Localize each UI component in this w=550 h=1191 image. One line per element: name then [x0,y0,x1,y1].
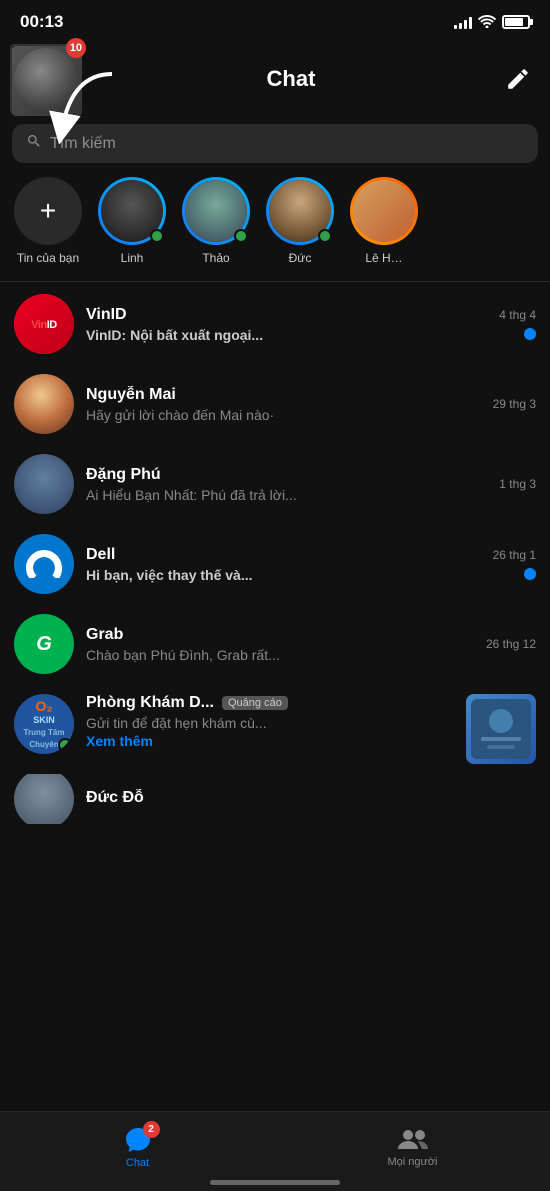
chat-item-phongkham[interactable]: O₂ SKIN Trung Tâm Chuyên Phòng Khám D...… [0,684,550,774]
profile-avatar[interactable]: 10 [10,44,80,114]
chat-name-mai: Nguyễn Mai [86,386,481,404]
unread-badge-vinid [524,328,536,340]
ad-preview: Gửi tin để đặt hẹn khám cù... [86,715,454,731]
ad-link[interactable]: Xem thêm [86,733,454,749]
chat-avatar-grab: G [14,614,74,674]
chat-avatar-vinid: VinID [14,294,74,354]
story-label-duc: Đức [289,251,312,265]
story-avatar-duc[interactable] [266,177,334,245]
compose-icon [505,66,531,92]
chat-content-ducdo: Đức Đỗ [86,789,536,810]
wifi-icon [478,14,496,31]
chat-item-vinid[interactable]: VinID VinID VinID: Nội bất xuất ngoại...… [0,284,550,364]
chat-name-vinid: VinID [86,306,487,324]
chat-meta-grab: 26 thg 12 [486,637,536,651]
chat-name-ducdo: Đức Đỗ [86,789,536,807]
chat-preview-vinid: VinID: Nội bất xuất ngoại... [86,327,386,343]
home-indicator [210,1180,340,1185]
chat-avatar-mai [14,374,74,434]
ad-label: Quảng cáo [222,696,288,710]
chat-meta-dell: 26 thg 1 [493,548,536,580]
search-bar[interactable]: Tìm kiếm [12,124,538,163]
nav-item-chat[interactable]: 2 Chat [0,1118,275,1169]
online-indicator-thao [234,229,248,243]
ad-name: Phòng Khám D... [86,694,214,712]
chat-time-dell: 26 thg 1 [493,548,536,562]
ad-content-phongkham: Phòng Khám D... Quảng cáo Gửi tin để đặt… [86,694,454,749]
chat-avatar-dell [14,534,74,594]
chat-name-phu: Đặng Phú [86,466,487,484]
profile-badge: 10 [66,38,86,58]
bottom-nav: 2 Chat Mọi người [0,1111,550,1191]
chat-time-phu: 1 thg 3 [499,477,536,491]
ad-thumbnail [466,694,536,764]
story-label-thao: Thảo [202,251,229,265]
story-avatar-lehu[interactable] [350,177,418,245]
chat-item-dell[interactable]: Dell Hi bạn, việc thay thế và... 26 thg … [0,524,550,604]
status-icons [454,14,530,31]
people-nav-icon [398,1127,428,1153]
chat-preview-phu: Ai Hiểu Bạn Nhất: Phú đã trả lời... [86,487,386,503]
chat-preview-dell: Hi bạn, việc thay thế và... [86,567,386,583]
story-item-thao[interactable]: Thảo [182,177,250,265]
chat-preview-mai: Hãy gửi lời chào đến Mai nào· [86,407,386,423]
ad-name-row: Phòng Khám D... Quảng cáo [86,694,454,712]
chat-meta-phu: 1 thg 3 [499,477,536,491]
chat-time-mai: 29 thg 3 [493,397,536,411]
search-icon [26,133,42,154]
chat-avatar-ducdo [14,774,74,824]
chat-content-grab: Grab Chào bạn Phú Đình, Grab rất... [86,626,474,663]
chat-item-phu[interactable]: Đặng Phú Ai Hiểu Bạn Nhất: Phú đã trả lờ… [0,444,550,524]
unread-badge-dell [524,568,536,580]
chat-time-vinid: 4 thg 4 [499,308,536,322]
status-bar: 00:13 [0,0,550,40]
chat-content-phu: Đặng Phú Ai Hiểu Bạn Nhất: Phú đã trả lờ… [86,466,487,503]
add-story-button[interactable]: + [14,177,82,245]
search-placeholder: Tìm kiếm [50,135,116,153]
chat-avatar-phongkham: O₂ SKIN Trung Tâm Chuyên [14,694,74,754]
divider [0,281,550,282]
chat-list: VinID VinID VinID: Nội bất xuất ngoại...… [0,284,550,824]
online-indicator-linh [150,229,164,243]
story-label-lehu: Lê H… [365,251,402,265]
story-item-linh[interactable]: Linh [98,177,166,265]
story-label-linh: Linh [121,251,144,265]
online-indicator-duc [318,229,332,243]
nav-label-chat: Chat [126,1157,149,1169]
header: 10 Chat [0,40,550,124]
chat-content-mai: Nguyễn Mai Hãy gửi lời chào đến Mai nào· [86,386,481,423]
chat-item-ducdo[interactable]: Đức Đỗ [0,774,550,824]
story-item-duc[interactable]: Đức [266,177,334,265]
chat-meta-mai: 29 thg 3 [493,397,536,411]
chat-avatar-phu [14,454,74,514]
chat-item-grab[interactable]: G Grab Chào bạn Phú Đình, Grab rất... 26… [0,604,550,684]
chat-item-mai[interactable]: Nguyễn Mai Hãy gửi lời chào đến Mai nào·… [0,364,550,444]
nav-item-people[interactable]: Mọi người [275,1119,550,1168]
story-item-lehu[interactable]: Lê H… [350,177,418,265]
chat-time-grab: 26 thg 12 [486,637,536,651]
chat-badge: 2 [143,1121,160,1138]
chat-meta-vinid: 4 thg 4 [499,308,536,340]
story-label-add: Tin của bạn [17,251,79,265]
story-item-add[interactable]: + Tin của bạn [14,177,82,265]
compose-button[interactable] [502,63,534,95]
chat-content-dell: Dell Hi bạn, việc thay thế và... [86,546,481,583]
nav-chat-icon-wrap: 2 [124,1126,152,1154]
battery-icon [502,15,530,29]
story-avatar-thao[interactable] [182,177,250,245]
chat-preview-grab: Chào bạn Phú Đình, Grab rất... [86,647,386,663]
plus-icon: + [40,195,56,227]
nav-label-people: Mọi người [387,1156,437,1168]
chat-name-dell: Dell [86,546,481,564]
status-time: 00:13 [20,12,63,32]
signal-icon [454,15,472,29]
nav-people-icon-wrap [398,1127,428,1153]
page-title: Chat [80,66,502,92]
chat-content-vinid: VinID VinID: Nội bất xuất ngoại... [86,306,487,343]
chat-name-grab: Grab [86,626,474,644]
stories-row: + Tin của bạn Linh Thảo [0,177,550,281]
online-dot-phongkham [58,738,72,752]
story-avatar-linh[interactable] [98,177,166,245]
